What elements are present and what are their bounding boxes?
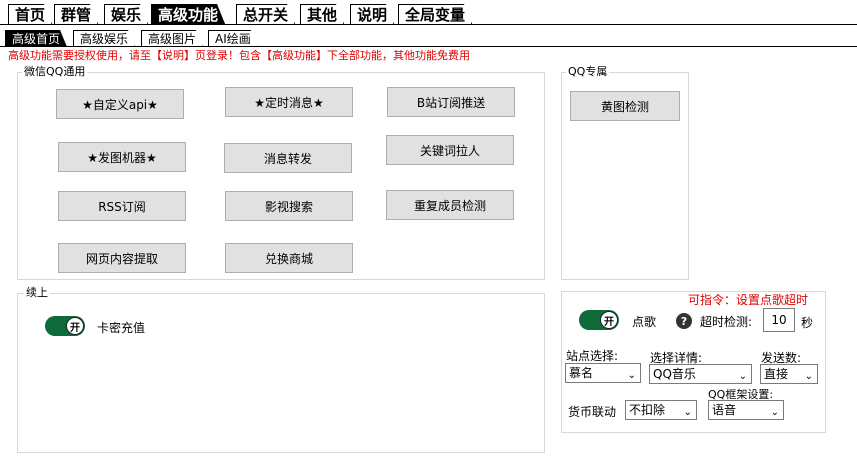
music-command-hint: 可指令：设置点歌超时 [688, 293, 809, 307]
subtab-bar-divider [0, 46, 857, 47]
timeout-label: 超时检测: [700, 315, 753, 329]
site-select-value: 慕名 [569, 366, 594, 380]
exchange-shop-button[interactable]: 兑换商城 [225, 243, 353, 273]
custom-api-button[interactable]: ★自定义api★ [56, 89, 184, 119]
license-notice: 高级功能需要授权使用，请至【说明】页登录！包含【高级功能】下全部功能，其他功能免… [8, 49, 470, 62]
music-request-toggle[interactable]: 开 [579, 310, 619, 330]
timeout-unit: 秒 [801, 316, 814, 330]
subtab-advanced-images[interactable]: 高级图片 [141, 30, 203, 47]
chevron-down-icon: ⌄ [627, 370, 636, 381]
detail-select-value: QQ音乐 [653, 367, 696, 381]
music-request-label: 点歌 [632, 315, 657, 329]
toggle-knob: 开 [600, 311, 618, 329]
rss-subscription-button[interactable]: RSS订阅 [58, 191, 186, 221]
image-bot-button[interactable]: ★发图机器★ [58, 142, 186, 172]
bilibili-subscription-button[interactable]: B站订阅推送 [387, 87, 515, 117]
currency-link-select[interactable]: 不扣除 ⌄ [625, 400, 697, 420]
tab-master-switch[interactable]: 总开关 [236, 4, 295, 24]
keyword-invite-button[interactable]: 关键词拉人 [386, 135, 514, 165]
main-tab-bar: 首页 群管 娱乐 高级功能 总开关 其他 说明 全局变量 [0, 0, 857, 25]
qq-exclusive-group-title: QQ专属 [566, 65, 610, 78]
tab-entertainment[interactable]: 娱乐 [104, 4, 148, 24]
send-count-select[interactable]: 直接 ⌄ [760, 364, 818, 384]
frame-settings-select-value: 语音 [712, 403, 737, 417]
scheduled-message-button[interactable]: ★定时消息★ [225, 87, 353, 117]
video-search-button[interactable]: 影视搜索 [225, 191, 353, 221]
wechat-qq-group-title: 微信QQ通用 [22, 65, 88, 78]
chevron-down-icon: ⌄ [738, 371, 747, 382]
help-icon[interactable]: ? [676, 313, 692, 329]
currency-link-select-value: 不扣除 [629, 403, 666, 417]
tab-group-admin[interactable]: 群管 [54, 4, 98, 24]
continued-group [17, 293, 545, 453]
message-forward-button[interactable]: 消息转发 [224, 143, 352, 173]
porn-detection-button[interactable]: 黄图检测 [570, 91, 680, 121]
web-content-extract-button[interactable]: 网页内容提取 [58, 243, 186, 273]
detail-select[interactable]: QQ音乐 ⌄ [649, 364, 752, 384]
tab-bar-divider [0, 24, 857, 25]
tab-global-variables[interactable]: 全局变量 [398, 4, 472, 24]
send-count-select-value: 直接 [764, 367, 789, 381]
timeout-input[interactable]: 10 [763, 308, 795, 332]
card-recharge-toggle[interactable]: 开 [45, 316, 85, 336]
subtab-ai-drawing[interactable]: AI绘画 [208, 30, 258, 47]
tab-advanced[interactable]: 高级功能 [151, 4, 225, 24]
site-label: 站点选择: [566, 349, 619, 363]
card-recharge-label: 卡密充值 [97, 321, 146, 335]
frame-settings-select[interactable]: 语音 ⌄ [708, 400, 784, 420]
currency-link-label: 货币联动 [568, 405, 617, 419]
subtab-advanced-entertainment[interactable]: 高级娱乐 [73, 30, 135, 47]
continued-group-title: 续上 [24, 286, 50, 299]
chevron-down-icon: ⌄ [683, 407, 692, 418]
tab-help[interactable]: 说明 [350, 4, 394, 24]
chevron-down-icon: ⌄ [804, 371, 813, 382]
toggle-knob: 开 [66, 317, 84, 335]
site-select[interactable]: 慕名 ⌄ [565, 363, 641, 383]
tab-home[interactable]: 首页 [8, 4, 52, 24]
duplicate-member-check-button[interactable]: 重复成员检测 [386, 190, 514, 220]
tab-other[interactable]: 其他 [300, 4, 344, 24]
subtab-advanced-home[interactable]: 高级首页 [5, 30, 67, 47]
chevron-down-icon: ⌄ [770, 407, 779, 418]
